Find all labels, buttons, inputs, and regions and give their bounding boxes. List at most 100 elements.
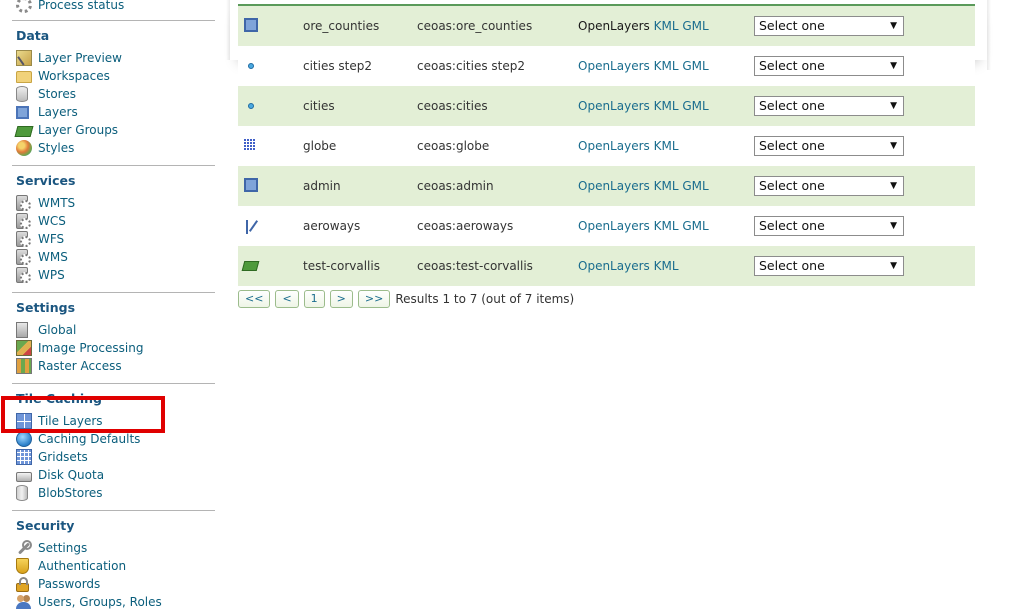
format-select[interactable]: Select one ▼: [754, 256, 904, 276]
gml-link[interactable]: GML: [682, 179, 708, 193]
wrench-icon: [16, 540, 32, 556]
kml-link[interactable]: KML: [654, 179, 679, 193]
table-row: test-corvallis ceoas:test-corvallis Open…: [238, 246, 975, 286]
layer-qualified-name: ceoas:cities step2: [417, 59, 525, 73]
divider: [12, 292, 215, 293]
kml-link[interactable]: KML: [654, 19, 679, 33]
next-page-button[interactable]: >: [329, 290, 353, 308]
layer-qualified-name: ceoas:test-corvallis: [417, 259, 533, 273]
kml-link[interactable]: KML: [654, 59, 679, 73]
format-select[interactable]: Select one ▼: [754, 96, 904, 116]
layer-group-icon: [241, 261, 260, 271]
sidebar-item-process-status[interactable]: Process status: [16, 0, 124, 14]
openlayers-link[interactable]: OpenLayers: [578, 99, 650, 113]
divider: [12, 20, 215, 21]
divider: [12, 383, 215, 384]
image-processing-icon: [16, 340, 32, 356]
service-icon: [16, 195, 31, 211]
sidebar-item-layer-preview[interactable]: Layer Preview: [16, 49, 122, 67]
sidebar-item-global[interactable]: Global: [16, 321, 76, 339]
table-row: ore_counties ceoas:ore_counties OpenLaye…: [238, 6, 975, 46]
sidebar-item-authentication[interactable]: Authentication: [16, 557, 126, 575]
sidebar-item-label: Workspaces: [38, 69, 110, 83]
sidebar-item-image-processing[interactable]: Image Processing: [16, 339, 143, 357]
format-select-value: Select one: [759, 18, 825, 33]
layer-qualified-name: ceoas:cities: [417, 99, 488, 113]
raster-icon: [244, 138, 256, 150]
preview-links: OpenLayers KML GML: [578, 46, 709, 86]
sidebar-item-stores[interactable]: Stores: [16, 85, 76, 103]
sidebar-item-wms[interactable]: WMS: [16, 248, 68, 266]
format-select[interactable]: Select one ▼: [754, 216, 904, 236]
layer-name: admin: [303, 179, 341, 193]
section-title-security: Security: [16, 518, 75, 533]
openlayers-link[interactable]: OpenLayers: [578, 19, 650, 33]
layer-name: cities: [303, 99, 335, 113]
sidebar-item-passwords[interactable]: Passwords: [16, 575, 100, 593]
sidebar-item-raster-access[interactable]: Raster Access: [16, 357, 122, 375]
sidebar-item-workspaces[interactable]: Workspaces: [16, 67, 110, 85]
line-icon: [243, 218, 259, 234]
openlayers-link[interactable]: OpenLayers: [578, 219, 650, 233]
openlayers-link[interactable]: OpenLayers: [578, 59, 650, 73]
dropdown-arrow-icon: ▼: [890, 221, 897, 231]
globe-icon: [16, 431, 32, 447]
sidebar-item-wcs[interactable]: WCS: [16, 212, 66, 230]
openlayers-link[interactable]: OpenLayers: [578, 139, 650, 153]
sidebar-item-wps[interactable]: WPS: [16, 266, 65, 284]
dropdown-arrow-icon: ▼: [890, 21, 897, 31]
format-select[interactable]: Select one ▼: [754, 176, 904, 196]
layer-name: cities step2: [303, 59, 373, 73]
section-title-settings: Settings: [16, 300, 76, 315]
sidebar-item-label: WCS: [38, 214, 66, 228]
format-select[interactable]: Select one ▼: [754, 16, 904, 36]
kml-link[interactable]: KML: [654, 259, 679, 273]
layer-name: ore_counties: [303, 19, 380, 33]
kml-link[interactable]: KML: [654, 219, 679, 233]
layer-preview-icon: [16, 50, 32, 66]
first-page-button[interactable]: <<: [238, 290, 271, 308]
format-select-value: Select one: [759, 218, 825, 233]
sidebar-item-styles[interactable]: Styles: [16, 139, 74, 157]
gml-link[interactable]: GML: [682, 59, 708, 73]
page-1-button[interactable]: 1: [303, 290, 325, 308]
sidebar-item-label: Disk Quota: [38, 468, 105, 482]
layer-name: globe: [303, 139, 337, 153]
sidebar-item-users-groups-roles[interactable]: Users, Groups, Roles: [16, 593, 162, 609]
sidebar-item-wmts[interactable]: WMTS: [16, 194, 75, 212]
kml-link[interactable]: KML: [654, 139, 679, 153]
sidebar-item-label: Authentication: [38, 559, 127, 573]
table-row: admin ceoas:admin OpenLayers KML GML Sel…: [238, 166, 975, 206]
divider: [12, 510, 215, 511]
format-select-value: Select one: [759, 138, 825, 153]
gml-link[interactable]: GML: [682, 19, 708, 33]
sidebar-item-layer-groups[interactable]: Layer Groups: [14, 121, 118, 139]
layer-name: test-corvallis: [303, 259, 380, 273]
service-icon: [16, 267, 31, 283]
prev-page-button[interactable]: <: [275, 290, 299, 308]
pager: << < 1 > >> Results 1 to 7 (out of 7 ite…: [238, 289, 574, 309]
sidebar-item-layers[interactable]: Layers: [16, 103, 78, 121]
disk-icon: [16, 471, 32, 482]
sidebar-item-label: Caching Defaults: [38, 432, 141, 446]
lock-icon: [16, 576, 29, 592]
gml-link[interactable]: GML: [682, 99, 708, 113]
openlayers-link[interactable]: OpenLayers: [578, 259, 650, 273]
sidebar-item-label: Styles: [38, 141, 75, 155]
gml-link[interactable]: GML: [682, 219, 708, 233]
sidebar-item-security-settings[interactable]: Settings: [16, 539, 87, 557]
sidebar-item-blobstores[interactable]: BlobStores: [16, 484, 103, 502]
openlayers-link[interactable]: OpenLayers: [578, 179, 650, 193]
section-title-data: Data: [16, 28, 50, 43]
sidebar-item-gridsets[interactable]: Gridsets: [16, 448, 88, 466]
format-select[interactable]: Select one ▼: [754, 136, 904, 156]
highlight-box: [1, 396, 165, 433]
folder-icon: [16, 71, 32, 83]
kml-link[interactable]: KML: [654, 99, 679, 113]
last-page-button[interactable]: >>: [357, 290, 391, 308]
sidebar-item-disk-quota[interactable]: Disk Quota: [16, 466, 104, 484]
preview-links: OpenLayers KML GML: [578, 206, 709, 246]
format-select[interactable]: Select one ▼: [754, 56, 904, 76]
sidebar-item-wfs[interactable]: WFS: [16, 230, 64, 248]
preview-links: OpenLayers KML: [578, 246, 679, 286]
